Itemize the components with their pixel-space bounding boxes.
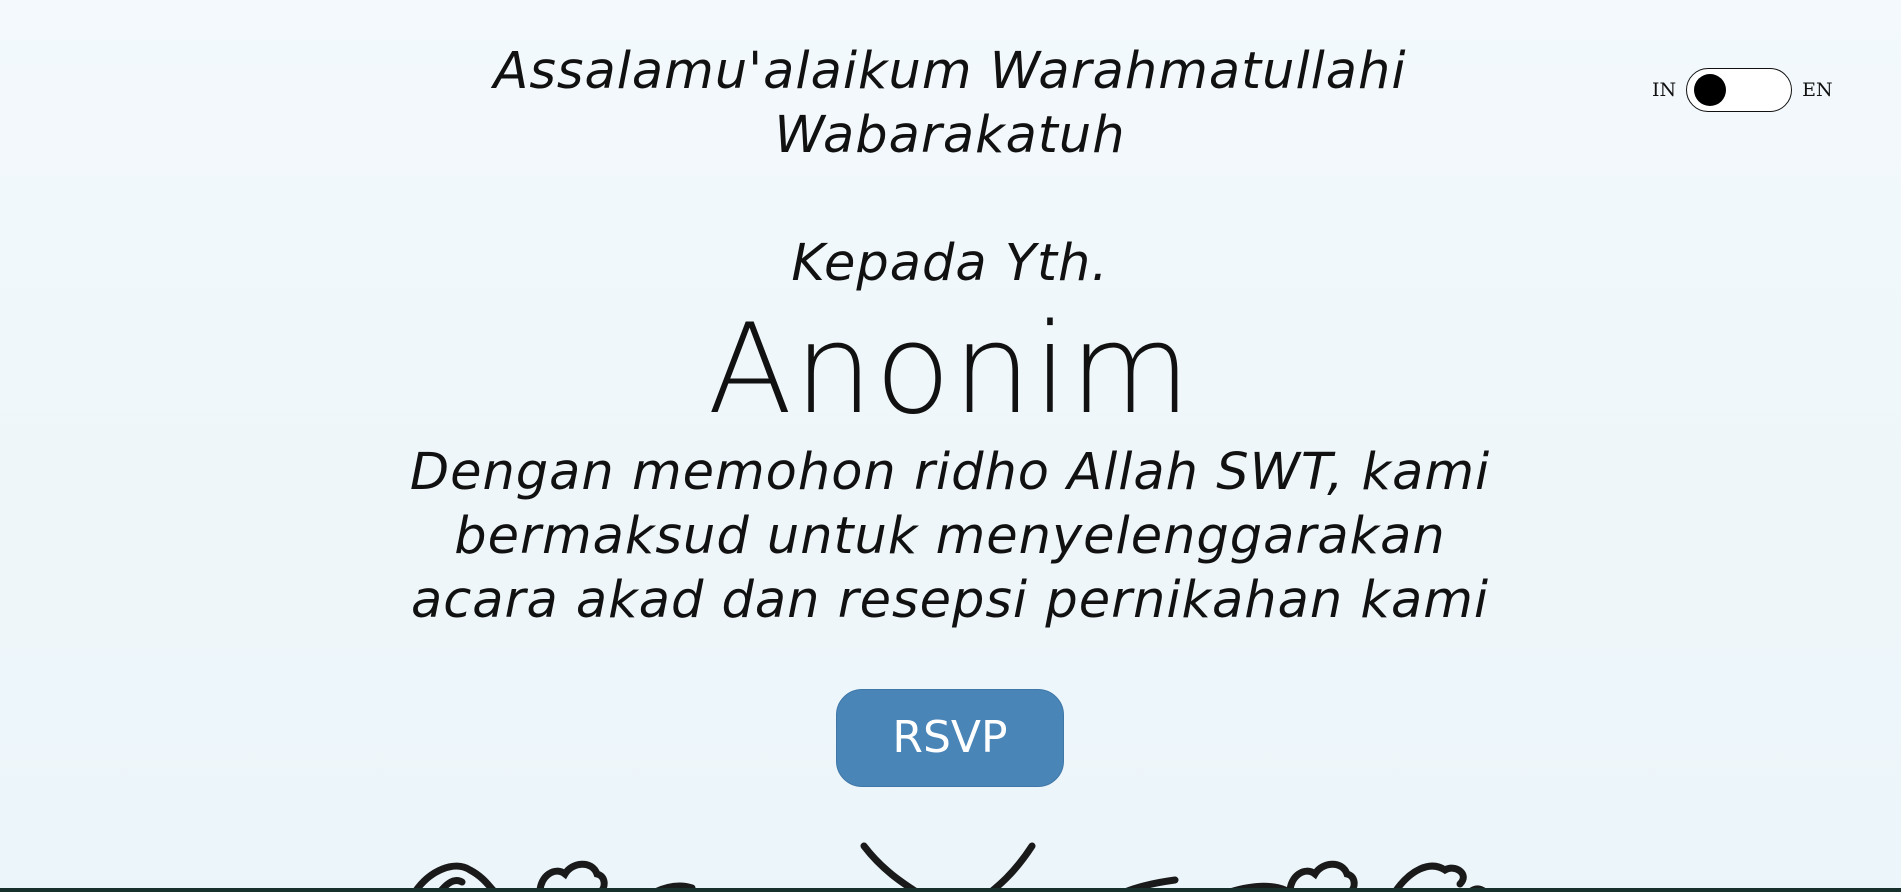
intro-line-1: Dengan memohon ridho Allah SWT, kami <box>409 443 1491 502</box>
intro-line-3: acara akad dan resepsi pernikahan kami <box>410 571 1490 630</box>
intro-line-2: bermaksud untuk menyelenggarakan <box>454 507 1446 566</box>
language-toggle[interactable]: IN EN <box>1652 67 1833 113</box>
language-label-in: IN <box>1652 79 1677 101</box>
greeting-line-2: Wabarakatuh <box>774 106 1126 165</box>
guest-name: Anonim <box>707 298 1193 442</box>
switch-knob[interactable] <box>1694 74 1727 106</box>
greeting-line-1: Assalamu'alaikum Warahmatullahi <box>493 42 1407 101</box>
bottom-edge-bar <box>0 888 1901 892</box>
floral-ornament-icon <box>411 842 1489 892</box>
rsvp-button[interactable]: RSVP <box>836 689 1064 787</box>
recipient-label: Kepada Yth. <box>791 234 1109 293</box>
greeting-heading: Assalamu'alaikum Warahmatullahi Wabaraka… <box>450 40 1450 168</box>
invitation-intro: Dengan memohon ridho Allah SWT, kami ber… <box>370 441 1530 633</box>
language-label-en: EN <box>1802 79 1833 101</box>
language-switch[interactable] <box>1686 68 1793 112</box>
